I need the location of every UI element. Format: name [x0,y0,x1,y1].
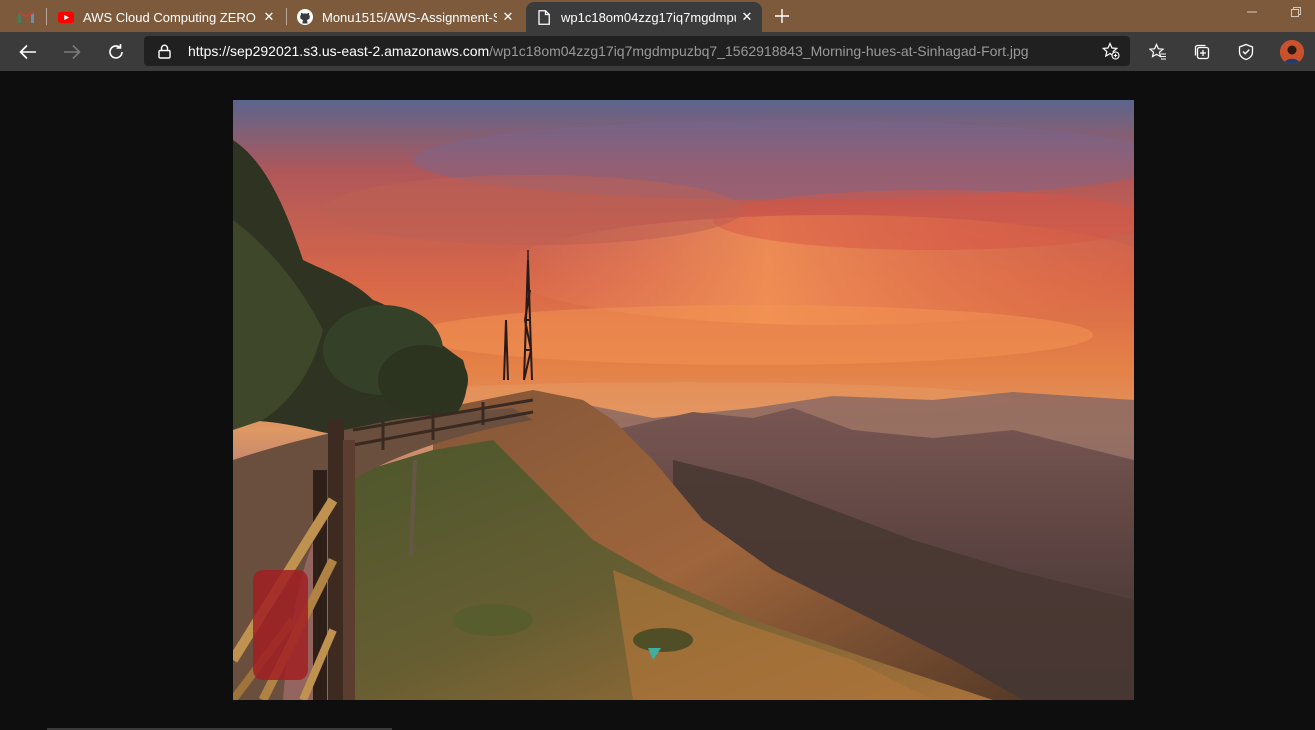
displayed-photo [233,100,1134,700]
url-text[interactable]: https://sep292021.s3.us-east-2.amazonaws… [188,43,1029,59]
navigation-toolbar: https://sep292021.s3.us-east-2.amazonaws… [0,32,1315,71]
document-icon [536,9,552,25]
close-tab-icon[interactable]: ✕ [258,6,280,28]
tab-title: wp1c18om04zzg17iq7mgdmpuz [561,9,736,25]
forward-arrow-icon [64,44,81,60]
tab-active-image[interactable]: wp1c18om04zzg17iq7mgdmpuz ✕ [526,2,762,32]
browser-essentials-button[interactable] [1231,37,1261,67]
youtube-icon [58,9,74,25]
collections-icon [1194,44,1210,60]
restore-button[interactable] [1291,6,1301,20]
close-tab-icon[interactable]: ✕ [736,6,758,28]
new-tab-button[interactable] [770,4,794,28]
minimize-button[interactable] [1247,6,1257,20]
tab-youtube[interactable]: AWS Cloud Computing ZERO TO ✕ [48,2,284,32]
lock-icon[interactable] [158,43,174,59]
github-icon [297,9,313,25]
tab-separator [46,8,47,25]
tab-title: AWS Cloud Computing ZERO TO [83,9,258,25]
tab-github[interactable]: Monu1515/AWS-Assignment-Su ✕ [287,2,523,32]
gmail-icon [18,9,34,25]
forward-button[interactable] [57,37,87,67]
collections-button[interactable] [1187,37,1217,67]
plus-icon [775,9,789,23]
favorites-icon [1149,43,1166,60]
tab-title: Monu1515/AWS-Assignment-Su [322,9,497,25]
refresh-icon [109,44,123,59]
shield-heart-icon [1238,43,1254,61]
refresh-button[interactable] [101,37,131,67]
back-button[interactable] [13,37,43,67]
add-favorite-icon[interactable] [1101,42,1120,60]
favorites-button[interactable] [1143,37,1173,67]
tab-strip: AWS Cloud Computing ZERO TO ✕ Monu1515/A… [0,0,1315,32]
close-tab-icon[interactable]: ✕ [497,6,519,28]
back-arrow-icon [19,44,36,60]
tab-gmail[interactable] [8,2,46,32]
profile-avatar[interactable] [1280,40,1304,64]
address-bar[interactable]: https://sep292021.s3.us-east-2.amazonaws… [144,36,1130,66]
url-host: https://sep292021.s3.us-east-2.amazonaws… [188,43,490,59]
url-path: /wp1c18om04zzg17iq7mgdmpuzbq7_1562918843… [489,43,1029,59]
